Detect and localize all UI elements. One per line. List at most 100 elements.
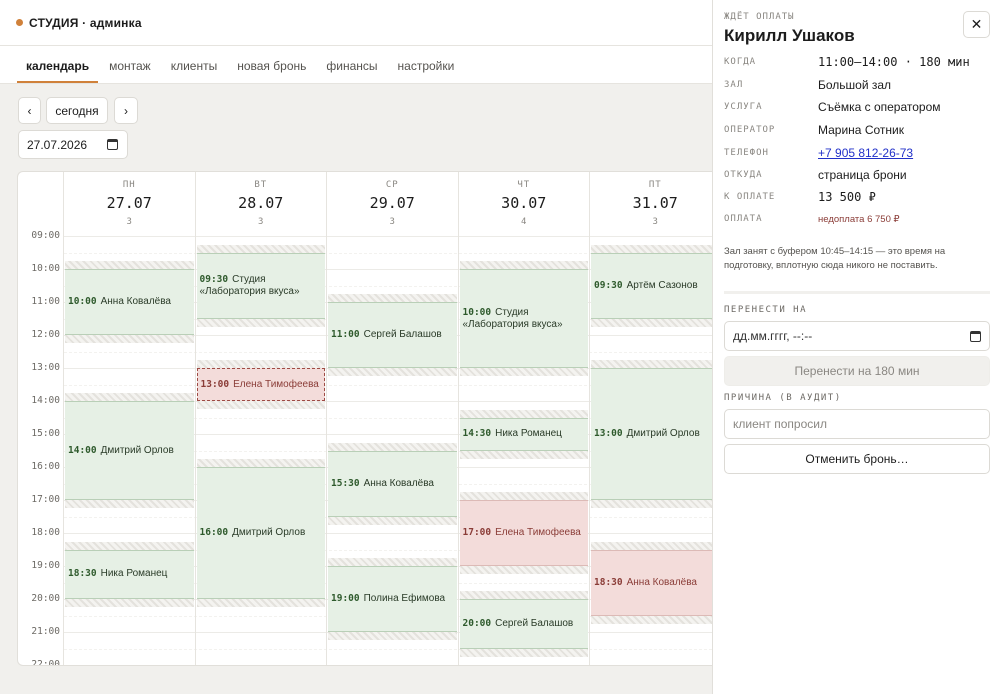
booking-time: 10:00 (68, 296, 97, 307)
detail-payment: ОПЛАТА недоплата 6 750 ₽ (724, 212, 994, 232)
day-booking-count: 4 (521, 217, 527, 227)
detail-when: КОГДА 11:00–14:00 · 180 мин (724, 55, 994, 75)
detail-label: УСЛУГА (724, 102, 763, 112)
day-column[interactable]: ПН 27.07 3 10:00 Анна Ковалёва 14:00 Дмитрий О… (63, 172, 195, 665)
booking-time: 20:00 (462, 617, 492, 629)
move-datetime-input[interactable]: дд.мм.гггг, --:-- (724, 321, 990, 351)
detail-value: 11:00–14:00 · 180 мин (818, 55, 970, 69)
detail-label: ОПЛАТА (724, 214, 763, 224)
booking-time: 18:30 (68, 568, 97, 580)
hour-label: 21:00 (31, 626, 60, 637)
day-column[interactable]: СР 29.07 3 11:00 Сергей Балашов 15:30 Анна Ков… (326, 172, 458, 665)
hour-label: 14:00 (31, 395, 60, 406)
booking-client: Анна Ковалёва (626, 576, 697, 588)
booking-client: Полина Ефимова (363, 593, 446, 604)
detail-hall: ЗАЛ Большой зал (724, 78, 994, 98)
tab-montage[interactable]: монтаж (100, 50, 160, 83)
booking-block[interactable]: 16:00 Дмитрий Орлов (196, 467, 325, 599)
divider (724, 291, 990, 294)
day-of-week: СР (385, 180, 399, 190)
booking-time: 17:00 (462, 527, 492, 538)
day-header: ВТ 28.07 3 (196, 172, 327, 236)
booking-client: Елена Тимофеева (233, 378, 319, 390)
hour-gridline (64, 665, 712, 666)
booking-time: 13:00 (200, 378, 230, 390)
day-of-week: ЧТ (517, 180, 531, 190)
booking-block[interactable]: 09:30 Студия «Лаборатория вкуса» (196, 252, 325, 319)
day-date: 31.07 (632, 194, 678, 212)
calendar-icon[interactable] (970, 331, 981, 342)
next-week-button[interactable]: › (114, 97, 138, 124)
prev-week-button[interactable]: ‹ (18, 97, 41, 124)
date-value: 27.07.2026 (27, 137, 88, 152)
booking-time: 10:00 (462, 306, 492, 318)
booking-block[interactable]: 17:00 Елена Тимофеева (459, 500, 588, 566)
day-booking-count: 3 (652, 217, 658, 227)
phone-link[interactable]: +7 905 812-26-73 (818, 146, 913, 160)
tab-new-booking[interactable]: новая бронь (228, 50, 315, 83)
hour-label: 17:00 (31, 494, 60, 505)
booking-time: 19:00 (331, 593, 360, 604)
day-column[interactable]: ВТ 28.07 3 09:30 Студия «Лаборатория вкуса» 1… (194, 172, 327, 665)
booking-time: 13:00 (594, 428, 623, 439)
booking-client: Анна Ковалёва (100, 296, 171, 307)
booking-panel: ЖДЁТ ОПЛАТЫ Кирилл Ушаков ✕ КОГДА 11:00–… (712, 0, 1000, 694)
detail-phone: ТЕЛЕФОН +7 905 812-26-73 (724, 146, 994, 166)
booking-block[interactable]: 20:00 Сергей Балашов (459, 599, 588, 649)
detail-value: страница брони (818, 168, 907, 182)
day-header: ЧТ 30.07 4 (459, 172, 590, 236)
booking-block[interactable]: 19:00 Полина Ефимова (328, 566, 457, 632)
hour-label: 11:00 (31, 296, 60, 307)
tab-calendar[interactable]: календарь (17, 50, 99, 83)
tab-clients[interactable]: клиенты (162, 50, 227, 83)
booking-block[interactable]: 13:00 Елена Тимофеева (196, 368, 325, 401)
day-date: 27.07 (106, 194, 152, 212)
booking-client: Ника Романец (495, 428, 562, 439)
day-booking-count: 3 (258, 217, 264, 227)
day-column[interactable]: ЧТ 30.07 4 10:00 Студия «Лаборатория вкуса» 1… (457, 172, 590, 665)
client-name: Кирилл Ушаков (724, 26, 855, 45)
booking-time: 18:30 (594, 576, 623, 588)
move-button[interactable]: Перенести на 180 мин (724, 356, 990, 386)
detail-source: ОТКУДА страница брони (724, 168, 994, 188)
hour-label: 16:00 (31, 461, 60, 472)
detail-label: ЗАЛ (724, 80, 744, 90)
day-column[interactable]: ПТ 31.07 3 09:30 Артём Сазонов 13:00 Дмитрий О… (589, 172, 712, 665)
reason-label: ПРИЧИНА (В АУДИТ) (724, 393, 842, 403)
day-of-week: ВТ (254, 180, 268, 190)
booking-block[interactable]: 09:30 Артём Сазонов (591, 252, 712, 319)
top-bar: СТУДИЯ · админка (0, 0, 712, 46)
close-icon[interactable]: ✕ (963, 11, 990, 38)
booking-block[interactable]: 11:00 Сергей Балашов (328, 302, 457, 368)
hour-label: 13:00 (31, 362, 60, 373)
booking-client: Дмитрий Орлов (626, 428, 700, 439)
tab-finance[interactable]: финансы (317, 50, 386, 83)
booking-block[interactable]: 18:30 Анна Ковалёва (591, 549, 712, 616)
hour-label: 12:00 (31, 329, 60, 340)
calendar-icon[interactable] (107, 139, 118, 150)
tab-settings[interactable]: настройки (389, 50, 464, 83)
detail-service: УСЛУГА Съёмка с оператором (724, 100, 994, 120)
day-of-week: ПТ (648, 180, 662, 190)
detail-label: КОГДА (724, 57, 757, 67)
booking-client: Елена Тимофеева (495, 527, 581, 538)
today-button[interactable]: сегодня (46, 97, 108, 124)
booking-block[interactable]: 10:00 Анна Ковалёва (65, 269, 194, 335)
detail-label: К ОПЛАТЕ (724, 192, 776, 202)
booking-block[interactable]: 14:00 Дмитрий Орлов (65, 401, 194, 500)
booking-block[interactable]: 13:00 Дмитрий Орлов (591, 368, 712, 500)
booking-block[interactable]: 18:30 Ника Романец (65, 549, 194, 599)
cancel-booking-button[interactable]: Отменить бронь… (724, 444, 990, 474)
booking-client: Сергей Балашов (495, 617, 574, 629)
booking-block[interactable]: 14:30 Ника Романец (459, 417, 588, 451)
booking-block[interactable]: 15:30 Анна Ковалёва (328, 450, 457, 517)
booking-time: 15:30 (331, 477, 360, 489)
reason-input[interactable]: клиент попросил (724, 409, 990, 439)
date-picker[interactable]: 27.07.2026 (18, 130, 128, 159)
detail-label: ОТКУДА (724, 170, 763, 180)
booking-block[interactable]: 10:00 Студия «Лаборатория вкуса» (459, 269, 588, 368)
detail-value: Съёмка с оператором (818, 100, 941, 114)
move-datetime-placeholder: дд.мм.гггг, --:-- (733, 329, 813, 343)
hour-label: 20:00 (31, 593, 60, 604)
booking-status: ЖДЁТ ОПЛАТЫ (724, 12, 795, 22)
